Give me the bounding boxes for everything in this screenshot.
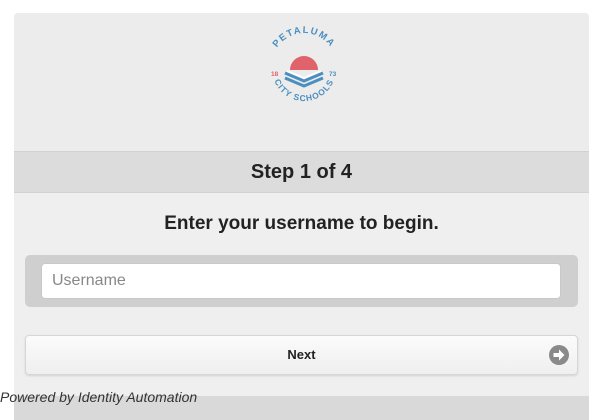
logo-area: PETALUMA CITY SCHOOLS 18 73: [14, 13, 589, 151]
powered-by-text: Powered by Identity Automation: [0, 389, 198, 405]
logo-year-right: 73: [329, 71, 337, 78]
next-button[interactable]: Next: [25, 335, 578, 375]
instruction-text: Enter your username to begin.: [164, 213, 439, 234]
username-input[interactable]: [41, 263, 561, 299]
sun-book-emblem-icon: [284, 56, 324, 88]
login-panel: PETALUMA CITY SCHOOLS 18 73 Step 1 of 4 …: [14, 13, 589, 420]
logo-year-left: 18: [271, 71, 279, 78]
step-label: Step 1 of 4: [250, 160, 353, 183]
next-button-label: Next: [287, 347, 316, 362]
username-field-container: [25, 255, 578, 307]
petaluma-city-schools-logo: PETALUMA CITY SCHOOLS 18 73: [271, 25, 338, 103]
arrow-right-circle-icon: [549, 345, 569, 365]
logo-top-text: PETALUMA: [271, 25, 336, 50]
svg-text:PETALUMA: PETALUMA: [271, 25, 338, 50]
step-indicator: Step 1 of 4: [14, 151, 589, 193]
